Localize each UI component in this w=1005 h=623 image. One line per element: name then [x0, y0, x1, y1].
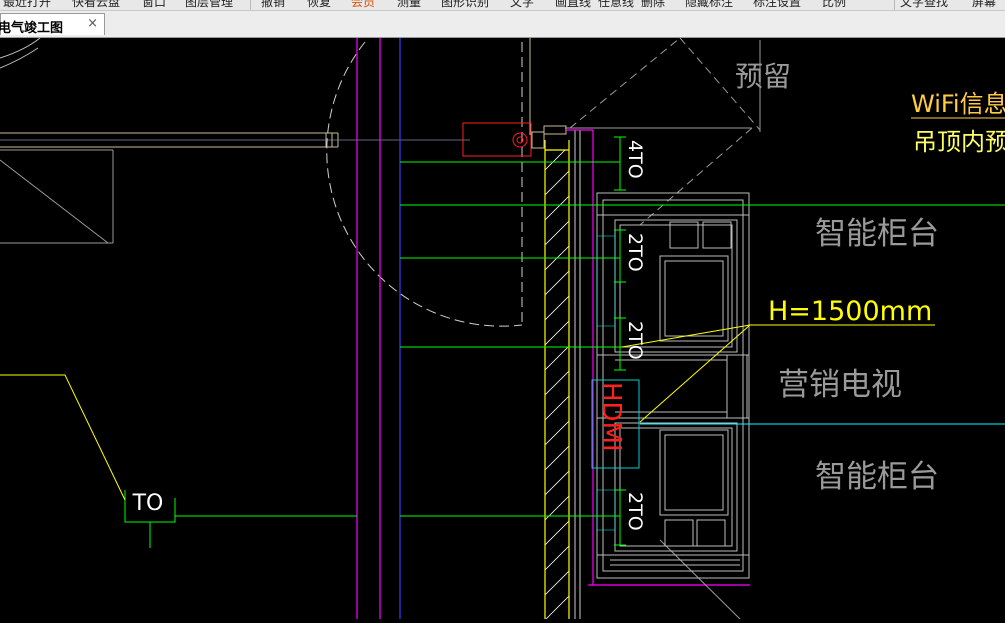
label-smart-cabinet-bottom: 智能柜台 [815, 459, 939, 495]
label-socket-4to: 4TO [624, 140, 646, 179]
label-socket-2to-a: 2TO [624, 233, 646, 272]
toolbar-item[interactable]: 任意线 [598, 0, 634, 10]
toolbar-item[interactable]: 最近打开 [3, 0, 51, 10]
toolbar-separator [250, 0, 251, 10]
document-tab-bar: 电气竣工图 × [0, 11, 1005, 38]
toolbar-item[interactable]: 测量 [397, 0, 421, 10]
label-socket-2to-c: 2TO [624, 492, 646, 531]
cad-drawing: 预留 WiFi信息 吊顶内预留 智能柜台 H=1500mm 营销电视 智能柜台 … [0, 37, 1005, 620]
toolbar-item[interactable]: 窗口 [142, 0, 166, 10]
toolbar-item[interactable]: 画直线 [555, 0, 591, 10]
toolbar-item[interactable]: 文字 [510, 0, 534, 10]
label-socket-to: TO [132, 491, 164, 516]
label-smart-cabinet-top: 智能柜台 [815, 216, 939, 252]
drawing-canvas[interactable]: 预留 WiFi信息 吊顶内预留 智能柜台 H=1500mm 营销电视 智能柜台 … [0, 37, 1005, 620]
close-icon[interactable]: × [87, 16, 98, 31]
label-wifi: WiFi信息 [911, 90, 1005, 118]
toolbar-item[interactable]: 比例 [822, 0, 846, 10]
label-height: H=1500mm [768, 296, 932, 327]
toolbar-item[interactable]: 隐藏标注 [685, 0, 733, 10]
toolbar-item[interactable]: 撤销 [261, 0, 285, 10]
label-marketing-tv: 营销电视 [778, 367, 902, 403]
label-hdmi: HDMI [596, 382, 626, 452]
tab-title: 电气竣工图 [0, 21, 64, 36]
toolbar-item[interactable]: 删除 [641, 0, 665, 10]
toolbar-item[interactable]: 会员 [351, 0, 375, 10]
toolbar-item[interactable]: 图层管理 [185, 0, 233, 10]
label-socket-2to-b: 2TO [624, 321, 646, 360]
toolbar-item[interactable]: 文字查找 [900, 0, 948, 10]
label-reserve: 预留 [735, 60, 791, 93]
toolbar-item[interactable]: 屏幕 [972, 0, 996, 10]
toolbar-item[interactable]: 快看云盘 [72, 0, 120, 10]
top-toolbar: 最近打开 快看云盘 窗口 图层管理 撤销 恢复 会员 测量 图形识别 文字 画直线 任意线 删除 隐藏标注… [0, 0, 1005, 11]
toolbar-separator [894, 0, 895, 10]
label-ceiling: 吊顶内预留 [913, 128, 1005, 156]
tab-electrical-drawing[interactable]: 电气竣工图 × [0, 13, 105, 36]
toolbar-item[interactable]: 恢复 [307, 0, 331, 10]
toolbar-item[interactable]: 标注设置 [753, 0, 801, 10]
toolbar-item[interactable]: 图形识别 [441, 0, 489, 10]
